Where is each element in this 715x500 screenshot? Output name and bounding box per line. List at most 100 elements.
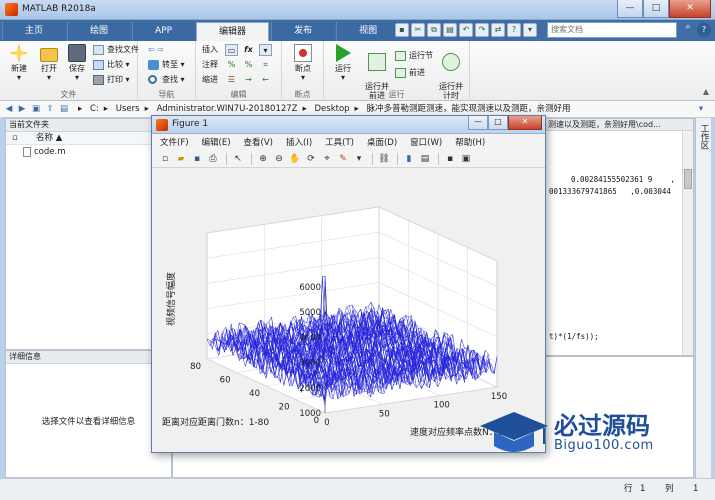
smart-indent-icon[interactable]: ☰ [225,74,238,86]
goto-button[interactable]: 转至 ▾ [148,59,185,71]
figure-title-bar[interactable]: Figure 1 — □ ✕ [152,116,545,134]
data-cursor-icon[interactable]: ⌖ [320,152,334,166]
forward-arrow-icon[interactable]: ⇨ [157,45,164,54]
zoom-in-icon[interactable]: ⊕ [256,152,270,166]
back-arrow-icon[interactable]: ⇦ [148,45,155,54]
menu-edit[interactable]: 编辑(E) [202,136,231,148]
print-button[interactable]: 打印 ▾ [93,74,130,86]
tab-home[interactable]: 主页 [2,22,66,41]
editor-scrollbar[interactable] [682,131,693,355]
menu-window[interactable]: 窗口(W) [410,136,442,148]
find-button[interactable]: 查找 ▾ [148,74,185,86]
insert-legend-icon[interactable]: ▤ [418,152,432,166]
save-button[interactable]: 保存 ▾ [62,44,92,82]
cut-quick-icon[interactable]: ✂ [411,23,425,37]
pan-icon[interactable]: ✋ [288,152,302,166]
tab-plots[interactable]: 绘图 [67,22,131,41]
figure-minimize-button[interactable]: — [468,116,488,130]
undo-quick-icon[interactable]: ↶ [459,23,473,37]
breakpoints-button[interactable]: 断点 ▾ [288,44,318,82]
save-quick-icon[interactable]: ▪ [395,23,409,37]
link-plot-icon[interactable]: ⛓ [377,152,391,166]
figure-maximize-button[interactable]: □ [488,116,508,130]
fx-icon[interactable]: fx [242,44,255,56]
search-icon[interactable]: ⌕ [681,22,695,38]
editor-tab-path[interactable]: 测速以及测距，亲测好用\cod... [548,119,661,130]
rotate-3d-icon[interactable]: ⟳ [304,152,318,166]
hide-plot-tools-icon[interactable]: ▪ [443,152,457,166]
path-segment[interactable]: 脉冲多普勒测距测速，能实现测速以及测距，亲测好用 [367,104,571,114]
insert-button[interactable]: 插入 [202,44,218,56]
folder-icon[interactable]: ▣ [30,102,42,116]
insert-colorbar-icon[interactable]: ▮ [402,152,416,166]
code-line[interactable]: 001333679741865 ,0.003044 [549,187,671,196]
workspace-label[interactable]: 工作区 [699,124,709,150]
tab-editor[interactable]: 编辑器 [196,22,270,41]
help-icon[interactable]: ? [697,23,711,37]
code-line[interactable]: t)*(1/fs)); [549,332,599,341]
forward-icon[interactable]: ▶ [16,102,28,116]
maximize-button[interactable]: □ [643,0,669,18]
dropdown-quick-icon[interactable]: ▾ [523,23,537,37]
name-column-header[interactable]: 名称 ▲ ▫ [6,132,171,145]
path-segment[interactable]: Users [116,104,140,114]
find-files-button[interactable]: 查找文件 [93,44,139,56]
redo-quick-icon[interactable]: ↷ [475,23,489,37]
brush-icon[interactable]: ✎ [336,152,350,166]
figure-close-button[interactable]: ✕ [508,116,542,130]
open-file-icon[interactable]: ▰ [174,152,188,166]
outdent-icon[interactable]: ← [259,74,272,86]
menu-insert[interactable]: 插入(I) [286,136,312,148]
switch-windows-icon[interactable]: ⇄ [491,23,505,37]
menu-desktop[interactable]: 桌面(D) [367,136,397,148]
compare-button[interactable]: 比较 ▾ [93,59,130,71]
list-item[interactable]: code.m [6,145,171,159]
back-icon[interactable]: ◀ [3,102,15,116]
search-documentation[interactable] [547,22,677,38]
copy-quick-icon[interactable]: ⧉ [427,23,441,37]
indent-icon[interactable]: → [242,74,255,86]
comment-icon[interactable]: % [225,59,238,71]
insert-dropdown-icon[interactable]: ▾ [259,44,272,56]
advance-button[interactable]: 前进 [395,67,425,79]
brush-dropdown-icon[interactable]: ▾ [352,152,366,166]
collapse-ribbon-icon[interactable]: ▲ [703,87,709,96]
indent-button[interactable]: 缩进 [202,74,218,86]
code-line[interactable]: 0.00284155502361 9 , [571,175,675,184]
path-segment[interactable]: Administrator.WIN7U-20180127Z [157,104,298,114]
new-button[interactable]: 新建 ▾ [4,44,34,82]
back-forward-buttons[interactable]: ⇦ ⇨ [148,44,164,56]
menu-view[interactable]: 查看(V) [244,136,273,148]
scrollbar-thumb[interactable] [684,169,692,189]
open-button[interactable]: 打开 ▾ [34,44,64,82]
browse-folder-icon[interactable]: ▤ [58,102,70,116]
show-plot-tools-icon[interactable]: ▣ [459,152,473,166]
menu-file[interactable]: 文件(F) [160,136,189,148]
help-quick-icon[interactable]: ? [507,23,521,37]
search-input[interactable] [551,25,661,34]
pointer-icon[interactable]: ↖ [231,152,245,166]
insert-section-icon[interactable]: ▭ [225,44,238,56]
minimize-button[interactable]: — [617,0,643,18]
comment-button[interactable]: 注释 [202,59,218,71]
wrap-comment-icon[interactable]: ⌗ [259,59,272,71]
menu-tools[interactable]: 工具(T) [325,136,354,148]
figure-window[interactable]: Figure 1 — □ ✕ 文件(F) 编辑(E) 查看(V) 插入(I) 工… [151,115,546,453]
menu-help[interactable]: 帮助(H) [455,136,485,148]
run-button[interactable]: 运行 ▾ [328,44,358,82]
paste-quick-icon[interactable]: ▤ [443,23,457,37]
close-button[interactable]: ✕ [669,0,711,18]
tab-view[interactable]: 视图 [336,22,400,41]
path-segment[interactable]: C: [90,104,99,114]
new-figure-icon[interactable]: ▫ [158,152,172,166]
up-folder-icon[interactable]: ⇧ [44,102,56,116]
run-section-button[interactable]: 运行节 [395,50,433,62]
path-segment[interactable]: Desktop [314,104,349,114]
zoom-out-icon[interactable]: ⊖ [272,152,286,166]
print-figure-icon[interactable]: ⎙ [206,152,220,166]
tab-publish[interactable]: 发布 [271,22,335,41]
save-figure-icon[interactable]: ▪ [190,152,204,166]
path-dropdown-icon[interactable]: ▾ [695,102,707,116]
uncomment-icon[interactable]: % [242,59,255,71]
tab-apps[interactable]: APP [132,22,195,41]
